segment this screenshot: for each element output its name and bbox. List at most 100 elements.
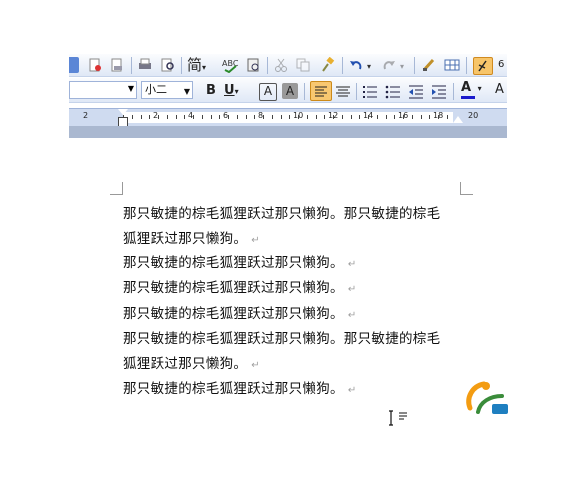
bullets-icon — [385, 85, 400, 99]
ruler-tick — [412, 115, 413, 119]
first-line-indent-marker[interactable] — [118, 109, 128, 115]
print-icon[interactable] — [137, 57, 153, 73]
style-label: 简 — [187, 56, 203, 74]
highlight-button[interactable]: A — [495, 82, 507, 98]
chevron-down-icon: ▼ — [183, 87, 190, 96]
ruler-tick — [377, 115, 378, 119]
decrease-indent-button[interactable] — [408, 82, 424, 99]
ruler-tick — [158, 115, 159, 119]
standard-toolbar: 简▾ ABC ▾ ▾ 6 — [69, 54, 507, 77]
ruler-tick — [298, 115, 299, 119]
svg-text:▾: ▾ — [400, 62, 404, 71]
svg-text:▾: ▾ — [367, 62, 371, 71]
underline-label: U — [224, 83, 235, 98]
print-preview-icon[interactable] — [160, 57, 176, 73]
margin-corner-top-right — [460, 182, 473, 195]
redo-icon[interactable]: ▾ — [381, 57, 409, 73]
ruler-tick — [386, 115, 387, 119]
ruler-tick — [149, 115, 150, 119]
ruler-tick — [342, 115, 343, 119]
bullets-button[interactable] — [385, 82, 401, 99]
ruler-tick — [184, 115, 185, 119]
font-color-label: A — [461, 80, 472, 95]
char-border-button[interactable]: A — [259, 83, 277, 101]
font-color-button[interactable]: A ▾ — [461, 81, 487, 99]
ruler-tick — [193, 115, 194, 119]
increase-indent-icon — [432, 85, 446, 99]
ruler-tick — [272, 115, 273, 119]
ruler-tick — [289, 115, 290, 119]
ruler-tick — [316, 115, 317, 119]
permission-icon[interactable] — [87, 57, 103, 73]
ruler-tick — [333, 115, 334, 119]
bold-button[interactable]: B — [203, 83, 219, 99]
table-icon[interactable] — [444, 57, 460, 73]
page-top-edge — [69, 126, 507, 138]
tables-borders-icon[interactable] — [421, 57, 437, 73]
undo-icon[interactable]: ▾ — [348, 57, 376, 73]
show-hide-icon[interactable] — [473, 57, 493, 75]
ruler-tick — [141, 115, 142, 119]
ruler-tick — [403, 115, 404, 119]
ruler-tick — [281, 115, 282, 119]
text-cursor-icon — [388, 410, 412, 432]
char-shade-button[interactable]: A — [282, 83, 298, 99]
increase-indent-button[interactable] — [431, 82, 447, 99]
doc-line: 那只敏捷的棕毛狐狸跃过那只懒狗。那只敏捷的棕毛 — [123, 331, 441, 347]
font-size-dropdown[interactable]: 小二 ▼ — [141, 81, 193, 99]
ruler-tick — [421, 115, 422, 119]
doc-line: 狐狸跃过那只懒狗。 ↵ — [123, 356, 260, 372]
ruler-tick — [237, 115, 238, 119]
numbering-button[interactable] — [362, 82, 378, 98]
underline-button[interactable]: U▾ — [224, 83, 246, 99]
ruler-tick — [438, 115, 439, 119]
center-icon — [336, 86, 350, 97]
ruler-tick — [254, 115, 255, 119]
paragraph-mark: ↵ — [347, 284, 357, 295]
format-painter-icon[interactable] — [319, 56, 335, 73]
ruler-tick — [368, 115, 369, 119]
formatting-toolbar: ▼ 小二 ▼ B U▾ A A A ▾ A — [69, 78, 507, 103]
chevron-down-icon: ▼ — [127, 84, 134, 93]
copy-icon[interactable] — [295, 57, 311, 73]
ruler-tick — [429, 115, 430, 119]
font-size-value: 小二 — [145, 83, 167, 96]
center-button[interactable] — [334, 82, 352, 100]
zoom-value: 6 — [498, 59, 505, 70]
ruler-tick — [219, 115, 220, 119]
ruler-tick — [228, 115, 229, 119]
paragraph-mark: ↵ — [251, 235, 260, 246]
print-preview-doc-icon[interactable] — [109, 57, 125, 73]
font-name-dropdown[interactable]: ▼ — [69, 81, 137, 99]
doc-line: 那只敏捷的棕毛狐狸跃过那只懒狗。 ↵ — [123, 280, 357, 296]
zoom-field[interactable]: 6 — [498, 57, 507, 73]
align-left-button[interactable] — [310, 81, 332, 101]
numbering-icon — [363, 86, 377, 98]
decrease-indent-icon — [409, 85, 423, 99]
doc-line: 那只敏捷的棕毛狐狸跃过那只懒狗。那只敏捷的棕毛 — [123, 206, 441, 222]
ruler-number: 20 — [468, 111, 479, 120]
paragraph-mark: ↵ — [347, 385, 357, 396]
ruler-tick — [351, 115, 352, 119]
cut-icon[interactable] — [273, 57, 289, 73]
spelling-icon[interactable]: ABC — [221, 57, 239, 74]
margin-corner-top-left — [110, 182, 123, 195]
paragraph-mark: ↵ — [347, 259, 357, 270]
right-indent-marker[interactable] — [453, 116, 463, 123]
doc-line: 那只敏捷的棕毛狐狸跃过那只懒狗。 ↵ — [123, 306, 357, 322]
ruler-tick — [167, 115, 168, 119]
ruler-number: 2 — [83, 111, 89, 120]
doc-line: 那只敏捷的棕毛狐狸跃过那只懒狗。 ↵ — [123, 381, 357, 397]
ruler-tick — [263, 115, 264, 119]
ruler-tick — [447, 115, 448, 119]
horizontal-ruler[interactable]: 22468101214161820 — [69, 108, 507, 128]
align-left-icon — [315, 86, 327, 97]
ruler-tick — [359, 115, 360, 119]
ruler-tick — [176, 115, 177, 119]
doc-line: 那只敏捷的棕毛狐狸跃过那只懒狗。 ↵ — [123, 255, 357, 271]
style-button[interactable]: 简▾ — [187, 57, 217, 73]
doc-line: 狐狸跃过那只懒狗。 ↵ — [123, 231, 260, 247]
research-icon[interactable] — [245, 57, 261, 73]
paragraph-mark: ↵ — [347, 310, 357, 321]
new-doc-icon[interactable] — [69, 57, 79, 73]
